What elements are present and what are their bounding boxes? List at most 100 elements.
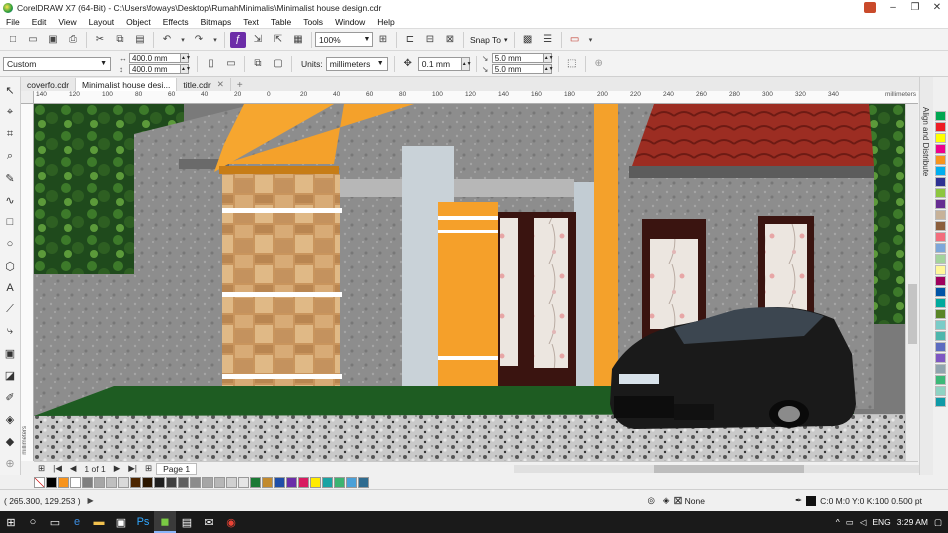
palette-swatch[interactable]: [358, 476, 369, 488]
color-palette-swatch[interactable]: [935, 298, 946, 308]
color-palette-swatch[interactable]: [935, 221, 946, 231]
task-view-icon[interactable]: ▭: [44, 511, 66, 533]
edge-browser-icon[interactable]: e: [66, 511, 88, 533]
polygon-tool-icon[interactable]: ⬡: [2, 258, 18, 274]
palette-swatch[interactable]: [238, 476, 249, 488]
add-page-before-icon[interactable]: ⊞: [34, 463, 49, 474]
menu-view[interactable]: View: [52, 17, 82, 27]
vertical-ruler[interactable]: millimeters: [21, 104, 34, 461]
start-windows-icon[interactable]: ⊞: [0, 511, 22, 533]
page-1-tab[interactable]: Page 1: [156, 462, 198, 475]
palette-swatch[interactable]: [346, 476, 357, 488]
color-palette-swatch[interactable]: [935, 309, 946, 319]
zoom-level-select[interactable]: 100% ▼: [315, 32, 373, 47]
options-icon[interactable]: ☰: [540, 32, 556, 48]
new-document-icon[interactable]: □: [5, 32, 21, 48]
full-screen-preview-icon[interactable]: ⊞: [375, 32, 391, 48]
color-palette-swatch[interactable]: [935, 254, 946, 264]
color-palette-swatch[interactable]: [935, 331, 946, 341]
color-palette-swatch[interactable]: [935, 155, 946, 165]
mail-icon[interactable]: ✉: [198, 511, 220, 533]
width-spinner[interactable]: ▲▼: [181, 53, 191, 63]
palette-swatch[interactable]: [214, 476, 225, 488]
color-palette-swatch[interactable]: [935, 111, 946, 121]
color-palette-swatch[interactable]: [935, 243, 946, 253]
play-icon[interactable]: ▶: [83, 493, 99, 509]
vertical-scrollbar[interactable]: [905, 104, 918, 461]
color-palette-swatch[interactable]: [935, 386, 946, 396]
nudge-spinner[interactable]: ▲▼: [461, 56, 472, 71]
palette-swatch[interactable]: [226, 476, 237, 488]
palette-swatch[interactable]: [106, 476, 117, 488]
next-page-icon[interactable]: ▶: [110, 463, 125, 474]
color-palette-swatch[interactable]: [935, 375, 946, 385]
palette-swatch[interactable]: [322, 476, 333, 488]
horizontal-ruler[interactable]: millimeters 140 120 100 80 60 40 20 0 20 40 60 80 10…: [34, 91, 918, 104]
color-palette-swatch[interactable]: [935, 232, 946, 242]
menu-bitmaps[interactable]: Bitmaps: [195, 17, 238, 27]
ruler-origin[interactable]: [21, 91, 34, 104]
menu-object[interactable]: Object: [120, 17, 157, 27]
color-palette-swatch[interactable]: [935, 166, 946, 176]
application-launcher-icon[interactable]: ▭: [567, 32, 583, 48]
network-icon[interactable]: ▭: [846, 517, 854, 528]
palette-swatch[interactable]: [310, 476, 321, 488]
search-content-icon[interactable]: ƒ: [230, 31, 246, 48]
palette-swatch[interactable]: [154, 476, 165, 488]
bleed-icon[interactable]: ⬚: [564, 56, 580, 72]
parallel-dimension-icon[interactable]: ⟋: [2, 302, 18, 318]
horizontal-scrollbar[interactable]: [514, 465, 934, 473]
palette-swatch[interactable]: [262, 476, 273, 488]
smart-fill-icon[interactable]: ◆: [2, 433, 18, 449]
redo-dropdown-icon[interactable]: ▾: [211, 32, 219, 48]
palette-swatch[interactable]: [94, 476, 105, 488]
quick-customize-icon[interactable]: ⊕: [591, 56, 607, 72]
text-tool-icon[interactable]: A: [2, 280, 18, 296]
color-eyedropper-icon[interactable]: ✐: [2, 389, 18, 405]
last-page-icon[interactable]: ▶|: [124, 463, 141, 474]
landscape-icon[interactable]: ▭: [223, 56, 239, 72]
rectangle-tool-icon[interactable]: □: [2, 214, 18, 230]
save-icon[interactable]: ▣: [45, 32, 61, 48]
color-palette-swatch[interactable]: [935, 353, 946, 363]
page-preset-select[interactable]: Custom ▼: [3, 56, 111, 71]
show-rulers-icon[interactable]: ⊏: [402, 32, 418, 48]
photoshop-icon[interactable]: Ps: [132, 511, 154, 533]
duplicate-x-input[interactable]: 5.0 mm: [491, 53, 544, 63]
duplicate-y-input[interactable]: 5.0 mm: [491, 64, 544, 74]
open-folder-icon[interactable]: ▭: [25, 32, 41, 48]
print-icon[interactable]: ⎙: [65, 32, 81, 48]
coreldraw-taskbar-icon[interactable]: ◼: [154, 511, 176, 533]
undo-icon[interactable]: ↶: [159, 32, 175, 48]
vertical-scroll-thumb[interactable]: [908, 284, 917, 344]
page-width-input[interactable]: 400.0 mm: [129, 53, 181, 63]
palette-swatch[interactable]: [82, 476, 93, 488]
color-palette-swatch[interactable]: [935, 287, 946, 297]
freehand-tool-icon[interactable]: ✎: [2, 171, 18, 187]
search-icon[interactable]: ○: [22, 511, 44, 533]
launcher-dropdown-icon[interactable]: ▾: [587, 32, 595, 48]
store-icon[interactable]: ▣: [110, 511, 132, 533]
ellipse-tool-icon[interactable]: ○: [2, 236, 18, 252]
nudge-distance-input[interactable]: 0.1 mm: [417, 56, 462, 71]
palette-swatch[interactable]: [58, 476, 69, 488]
user-account-icon[interactable]: [864, 2, 876, 13]
artistic-media-icon[interactable]: ∿: [2, 192, 18, 208]
page-height-input[interactable]: 400.0 mm: [129, 64, 181, 74]
color-palette-swatch[interactable]: [935, 144, 946, 154]
file-explorer-icon[interactable]: ▬: [88, 511, 110, 533]
palette-swatch[interactable]: [70, 476, 81, 488]
undo-dropdown-icon[interactable]: ▾: [179, 32, 187, 48]
drawing-canvas[interactable]: [34, 104, 918, 461]
menu-window[interactable]: Window: [329, 17, 371, 27]
tab-minimalist-house-design[interactable]: Minimalist house desi...: [76, 78, 178, 91]
paste-icon[interactable]: ▤: [132, 32, 148, 48]
media-icon[interactable]: ▤: [176, 511, 198, 533]
tab-coverfo[interactable]: coverfo.cdr: [21, 78, 77, 91]
horizontal-scroll-thumb[interactable]: [654, 465, 804, 473]
welcome-screen-icon[interactable]: ▩: [520, 32, 536, 48]
align-and-distribute-tab[interactable]: Align and Distribute: [921, 107, 930, 176]
keyboard-language[interactable]: ENG: [872, 517, 890, 527]
palette-swatch[interactable]: [274, 476, 285, 488]
color-palette-swatch[interactable]: [935, 364, 946, 374]
